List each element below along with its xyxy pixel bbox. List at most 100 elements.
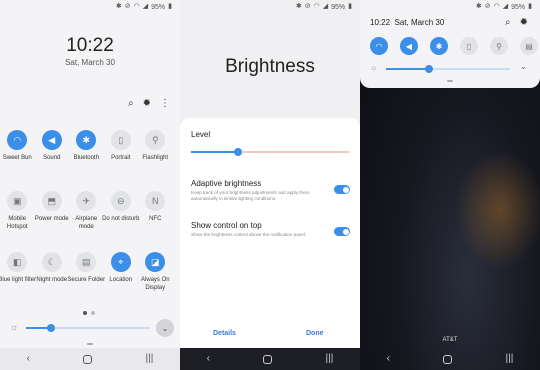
- back-icon[interactable]: ‹: [207, 348, 210, 370]
- quick-tile-bluetooth[interactable]: ✱: [424, 37, 454, 55]
- status-bar: ✱ ⊘ ◠ ◢ 95% ▮: [116, 2, 172, 12]
- back-icon[interactable]: ‹: [387, 348, 390, 370]
- header-actions: ⌕ ✹: [505, 17, 528, 28]
- quick-tile-label: Do not disturb: [102, 216, 140, 222]
- level-slider[interactable]: [191, 146, 349, 158]
- quick-tile-power-mode[interactable]: ⬒ Power mode: [35, 191, 70, 231]
- recents-icon[interactable]: |||: [326, 348, 334, 370]
- blue-light-icon: ◧: [7, 252, 28, 272]
- quick-tile-label: NFC: [149, 216, 162, 222]
- show-control-title: Show control on top: [191, 221, 262, 230]
- sound-icon: ◀: [41, 130, 62, 150]
- wifi-icon: ◠: [7, 130, 28, 150]
- portrait-icon: ▯: [460, 37, 478, 55]
- home-button[interactable]: [83, 354, 93, 364]
- quick-tile-location[interactable]: ⌖ Location: [104, 252, 139, 292]
- done-button[interactable]: Done: [306, 330, 324, 337]
- back-icon[interactable]: ‹: [27, 348, 30, 370]
- home-button[interactable]: [263, 354, 273, 364]
- page-indicator: [83, 311, 95, 315]
- date: Sat, March 30: [65, 58, 115, 67]
- adaptive-brightness-toggle[interactable]: [334, 185, 350, 194]
- quick-tile-hotspot[interactable]: ▣ Mobile Hotspot: [0, 191, 35, 231]
- quick-tile-wifi[interactable]: ◠: [364, 37, 394, 55]
- location-icon: ⌖: [110, 252, 131, 272]
- notification-shade-collapsed: ✱ ⊘ ◠ ◢ 95% ▮ 10:22 Sat, March 30 ⌕ ✹ ◠ ◀…: [360, 0, 540, 370]
- details-button[interactable]: Details: [213, 330, 236, 337]
- battery-percent: 95%: [511, 3, 526, 11]
- page-title: Brightness: [225, 56, 315, 77]
- wallpaper-glow: [455, 150, 540, 270]
- drag-handle[interactable]: [87, 343, 93, 345]
- quick-tile-label: Sound: [43, 155, 61, 161]
- quick-tile-label: Bluetooth: [73, 155, 99, 161]
- brightness-slider[interactable]: [26, 322, 150, 334]
- mute-icon: ⊘: [124, 3, 131, 10]
- quick-tile-label: Always On Display: [140, 277, 170, 291]
- clock-date: 10:22 Sat, March 30: [370, 18, 444, 27]
- brightness-settings: ✱ ⊘ ◠ ◢ 95% ▮ Brightness Level Adaptive …: [180, 0, 360, 370]
- status-bar: ✱ ⊘ ◠ ◢ 95% ▮: [476, 2, 532, 12]
- home-button[interactable]: [443, 354, 453, 364]
- expand-brightness-button[interactable]: ⌄: [156, 319, 174, 337]
- navigation-bar: ‹ |||: [360, 348, 540, 370]
- quick-tile-night-mode[interactable]: ☾ Night mode: [35, 252, 70, 292]
- battery-icon: ▮: [348, 3, 352, 10]
- quick-tile-flashlight[interactable]: ⚲ Flashlight: [138, 130, 173, 162]
- signal-icon: ◢: [502, 3, 509, 10]
- quick-tile-aod[interactable]: ◪ Always On Display: [138, 252, 173, 292]
- settings-gear-icon[interactable]: ✹: [143, 98, 151, 109]
- quick-tile-blue-light[interactable]: ◧ Blue light filter: [0, 252, 36, 292]
- settings-gear-icon[interactable]: ✹: [520, 17, 528, 28]
- quick-tile-label: Mobile Hotspot: [6, 216, 28, 230]
- quick-tile-sound[interactable]: ◀ Sound: [35, 130, 70, 162]
- signal-icon: ◢: [142, 3, 149, 10]
- search-icon[interactable]: ⌕: [128, 98, 134, 109]
- battery-percent: 95%: [331, 3, 346, 11]
- quick-tile-portrait[interactable]: ▯: [454, 37, 484, 55]
- adaptive-brightness-desc: Keep track of your brightness adjustment…: [191, 190, 310, 201]
- secure-folder-icon: ▤: [76, 252, 97, 272]
- chevron-down-icon[interactable]: ⌄: [520, 62, 527, 71]
- sound-icon: ◀: [400, 37, 418, 55]
- drag-handle[interactable]: [447, 80, 453, 82]
- flashlight-icon: ⚲: [145, 130, 166, 150]
- search-icon[interactable]: ⌕: [505, 17, 511, 28]
- battery-icon: ▮: [528, 3, 532, 10]
- quick-tile-flashlight[interactable]: ⚲: [484, 37, 514, 55]
- quick-tile-wifi[interactable]: ◠ Sweet Bun: [0, 130, 35, 162]
- quick-tile-portrait[interactable]: ▯ Portrait: [104, 130, 139, 162]
- bluetooth-icon: ✱: [76, 130, 97, 150]
- quick-tile-sound[interactable]: ◀: [394, 37, 424, 55]
- level-label: Level: [191, 130, 211, 139]
- quick-tile-nfc[interactable]: N NFC: [138, 191, 173, 231]
- quick-tile-bluetooth[interactable]: ✱ Bluetooth: [69, 130, 104, 162]
- adaptive-brightness-title: Adaptive brightness: [191, 179, 262, 188]
- quick-settings-expanded: ✱ ⊘ ◠ ◢ 95% ▮ 10:22 Sat, March 30 ⌕ ✹ ⋮ …: [0, 0, 180, 370]
- quick-tile-secure-folder[interactable]: ▤: [514, 37, 540, 55]
- quick-tile-dnd[interactable]: ⊖ Do not disturb: [102, 191, 140, 231]
- status-bar: ✱ ⊘ ◠ ◢ 95% ▮: [296, 2, 352, 12]
- wifi-icon: ◠: [133, 3, 140, 10]
- page-dot-1: [83, 311, 87, 315]
- quick-tile-label: Sweet Bun: [2, 155, 32, 161]
- quick-tile-secure-folder[interactable]: ▤ Secure Folder: [67, 252, 105, 292]
- show-control-toggle[interactable]: [334, 227, 350, 236]
- quick-settings-row-2: ▣ Mobile Hotspot ⬒ Power mode ✈ Airplane mode…: [0, 191, 180, 231]
- quick-settings-row-1: ◠ Sweet Bun ◀ Sound ✱ Bluetooth ▯ Portrait ⚲ Flas…: [0, 130, 180, 162]
- wifi-icon: ◠: [493, 3, 500, 10]
- secure-folder-icon: ▤: [520, 37, 538, 55]
- dnd-icon: ⊖: [110, 191, 131, 211]
- quick-tile-airplane[interactable]: ✈ Airplane mode: [69, 191, 104, 231]
- quick-tile-label: Night mode: [36, 277, 68, 283]
- recents-icon[interactable]: |||: [506, 348, 514, 370]
- brightness-slider[interactable]: [386, 63, 510, 75]
- battery-percent: 95%: [151, 3, 166, 11]
- clock: 10:22: [370, 18, 391, 27]
- clock: 10:22: [66, 35, 114, 56]
- brightness-sun-icon: ☼: [370, 63, 378, 72]
- recents-icon[interactable]: |||: [146, 348, 154, 370]
- bluetooth-icon: ✱: [430, 37, 448, 55]
- mute-icon: ⊘: [304, 3, 311, 10]
- more-options-icon[interactable]: ⋮: [160, 98, 170, 109]
